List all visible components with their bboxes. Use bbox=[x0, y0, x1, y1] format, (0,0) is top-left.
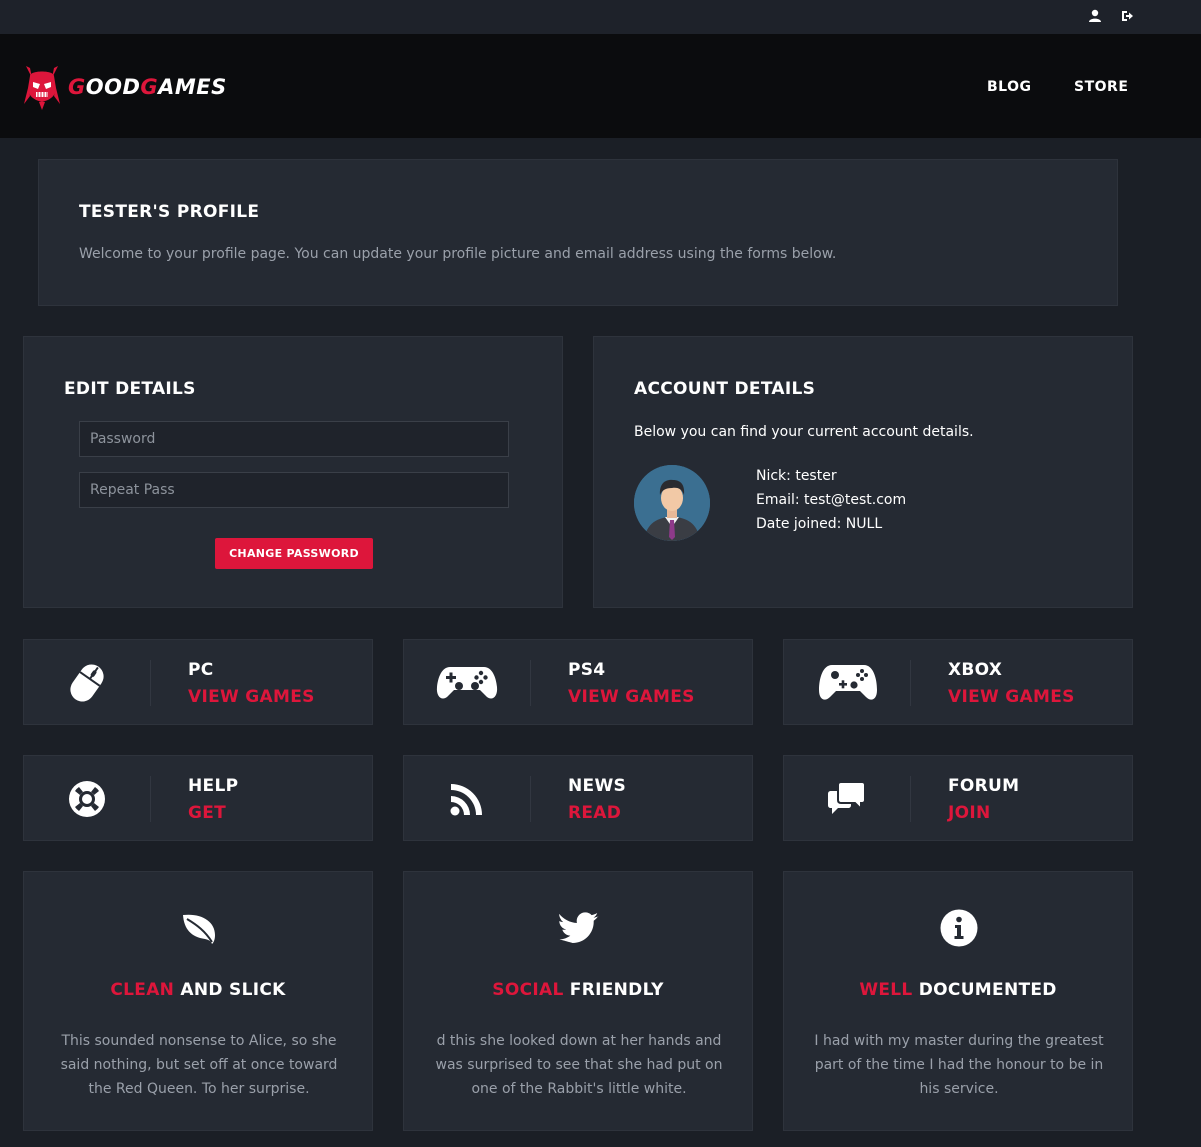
account-date-joined: Date joined: NULL bbox=[756, 516, 883, 532]
tile-divider bbox=[910, 660, 911, 706]
category-title: NEWS bbox=[568, 776, 627, 796]
tile-divider bbox=[150, 776, 151, 822]
password-input[interactable] bbox=[79, 421, 509, 457]
twitter-icon bbox=[559, 908, 599, 948]
category-link[interactable]: GET bbox=[188, 803, 226, 823]
xbox-controller-icon bbox=[818, 660, 878, 706]
repeat-password-input[interactable] bbox=[79, 472, 509, 508]
tile-divider bbox=[910, 776, 911, 822]
sign-out-icon[interactable] bbox=[1120, 9, 1134, 23]
brand-name: GOODGAMES bbox=[68, 75, 227, 99]
profile-description: Welcome to your profile page. You can up… bbox=[79, 246, 837, 262]
category-help[interactable]: HELP GET bbox=[23, 755, 373, 841]
life-ring-icon bbox=[64, 776, 110, 822]
feature-title: CLEAN AND SLICK bbox=[110, 980, 286, 1000]
gamepad-icon bbox=[436, 660, 498, 706]
category-title: HELP bbox=[188, 776, 239, 796]
user-icon[interactable] bbox=[1088, 9, 1102, 23]
feature-title: WELL DOCUMENTED bbox=[859, 980, 1057, 1000]
feature-well-documented: WELL DOCUMENTED I had with my master dur… bbox=[783, 871, 1133, 1131]
navbar: GOODGAMES BLOG STORE bbox=[0, 34, 1201, 138]
profile-header-panel: TESTER'S PROFILE Welcome to your profile… bbox=[38, 159, 1118, 306]
account-email: Email: test@test.com bbox=[756, 492, 907, 508]
comments-icon bbox=[824, 776, 870, 822]
brand-logo[interactable]: GOODGAMES bbox=[22, 64, 227, 110]
tile-divider bbox=[530, 660, 531, 706]
profile-title: TESTER'S PROFILE bbox=[79, 202, 260, 222]
feature-text: d this she looked down at her hands and … bbox=[435, 1033, 723, 1097]
category-forum[interactable]: FORUM JOIN bbox=[783, 755, 1133, 841]
category-title: PS4 bbox=[568, 660, 606, 680]
category-title: FORUM bbox=[948, 776, 1020, 796]
edit-details-panel: EDIT DETAILS CHANGE PASSWORD bbox=[23, 336, 563, 608]
info-icon bbox=[939, 908, 979, 948]
category-link[interactable]: READ bbox=[568, 803, 621, 823]
category-link[interactable]: VIEW GAMES bbox=[568, 687, 695, 707]
change-password-button[interactable]: CHANGE PASSWORD bbox=[215, 538, 373, 569]
category-link[interactable]: VIEW GAMES bbox=[188, 687, 315, 707]
feature-text: This sounded nonsense to Alice, so she s… bbox=[60, 1033, 338, 1097]
account-nick: Nick: tester bbox=[756, 468, 837, 484]
leaf-icon bbox=[179, 908, 219, 948]
feature-text: I had with my master during the greatest… bbox=[814, 1033, 1104, 1097]
feature-social-friendly: SOCIAL FRIENDLY d this she looked down a… bbox=[403, 871, 753, 1131]
account-intro: Below you can find your current account … bbox=[634, 424, 974, 440]
category-news[interactable]: NEWS READ bbox=[403, 755, 753, 841]
account-details-panel: ACCOUNT DETAILS Below you can find your … bbox=[593, 336, 1133, 608]
category-link[interactable]: VIEW GAMES bbox=[948, 687, 1075, 707]
feature-title: SOCIAL FRIENDLY bbox=[492, 980, 664, 1000]
avatar bbox=[634, 465, 710, 541]
feature-clean-and-slick: CLEAN AND SLICK This sounded nonsense to… bbox=[23, 871, 373, 1131]
tile-divider bbox=[530, 776, 531, 822]
category-title: XBOX bbox=[948, 660, 1003, 680]
category-title: PC bbox=[188, 660, 214, 680]
edit-details-title: EDIT DETAILS bbox=[64, 379, 196, 399]
mouse-icon bbox=[64, 660, 110, 706]
category-ps4[interactable]: PS4 VIEW GAMES bbox=[403, 639, 753, 725]
tile-divider bbox=[150, 660, 151, 706]
nav-store[interactable]: STORE bbox=[1074, 79, 1128, 95]
rss-icon bbox=[444, 776, 490, 822]
skull-logo-icon bbox=[24, 66, 60, 110]
category-link[interactable]: JOIN bbox=[948, 803, 991, 823]
category-pc[interactable]: PC VIEW GAMES bbox=[23, 639, 373, 725]
account-details-title: ACCOUNT DETAILS bbox=[634, 379, 816, 399]
category-xbox[interactable]: XBOX VIEW GAMES bbox=[783, 639, 1133, 725]
top-bar bbox=[0, 0, 1201, 34]
nav-blog[interactable]: BLOG bbox=[987, 79, 1032, 95]
